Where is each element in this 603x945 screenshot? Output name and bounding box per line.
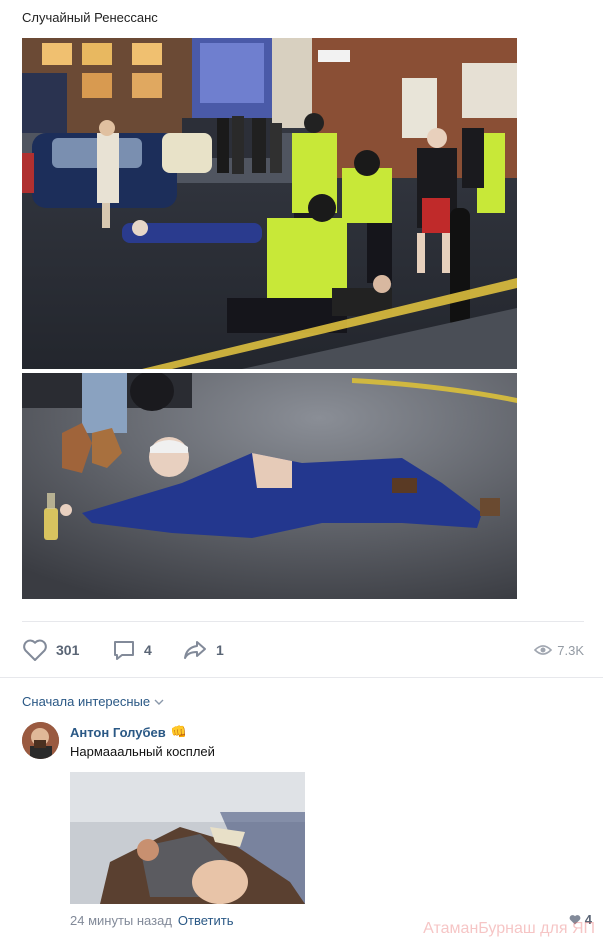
- comment-author-link[interactable]: Антон Голубев 👊: [70, 724, 187, 740]
- comment-text: Нармааальный косплей: [70, 744, 215, 759]
- comment-button[interactable]: 4: [112, 636, 152, 664]
- police-arrest-night-street-photo: [22, 38, 517, 369]
- sort-label: Сначала интересные: [22, 694, 151, 709]
- share-icon: [184, 641, 206, 659]
- man-lying-on-ice-photo: [70, 772, 305, 904]
- like-count: 301: [56, 642, 80, 658]
- reply-button[interactable]: Ответить: [178, 913, 234, 928]
- divider: [22, 621, 584, 622]
- share-button[interactable]: 1: [182, 636, 224, 664]
- comment-count: 4: [144, 642, 152, 658]
- comment-time[interactable]: 24 минуты назад: [70, 913, 172, 928]
- comment-meta: 24 минуты назад Ответить: [70, 913, 233, 928]
- man-lying-on-road-with-beer-photo: [22, 373, 517, 599]
- chevron-down-icon: [154, 699, 164, 705]
- eye-icon: [534, 645, 553, 655]
- views-count: 7.3K: [557, 642, 584, 658]
- comments-sort-dropdown[interactable]: Сначала интересные: [22, 694, 164, 709]
- post-title: Случайный Ренессанс: [22, 10, 158, 25]
- comment-author-name: Антон Голубев: [70, 724, 166, 740]
- share-count: 1: [216, 642, 224, 658]
- avatar[interactable]: [22, 722, 59, 759]
- post-photo-2[interactable]: [22, 373, 517, 599]
- heart-icon: [23, 639, 47, 661]
- divider: [0, 677, 603, 678]
- like-button[interactable]: 301: [22, 636, 79, 664]
- comment-photo[interactable]: [70, 772, 305, 904]
- post-photo-1[interactable]: [22, 38, 517, 369]
- post-actions: 301 4 1 7.3K: [22, 636, 584, 664]
- watermark: АтаманБурнаш для ЯП: [423, 920, 595, 937]
- comment-icon: [114, 641, 134, 660]
- views-counter: 7.3K: [534, 636, 584, 664]
- fist-emoji-icon: 👊: [170, 724, 187, 739]
